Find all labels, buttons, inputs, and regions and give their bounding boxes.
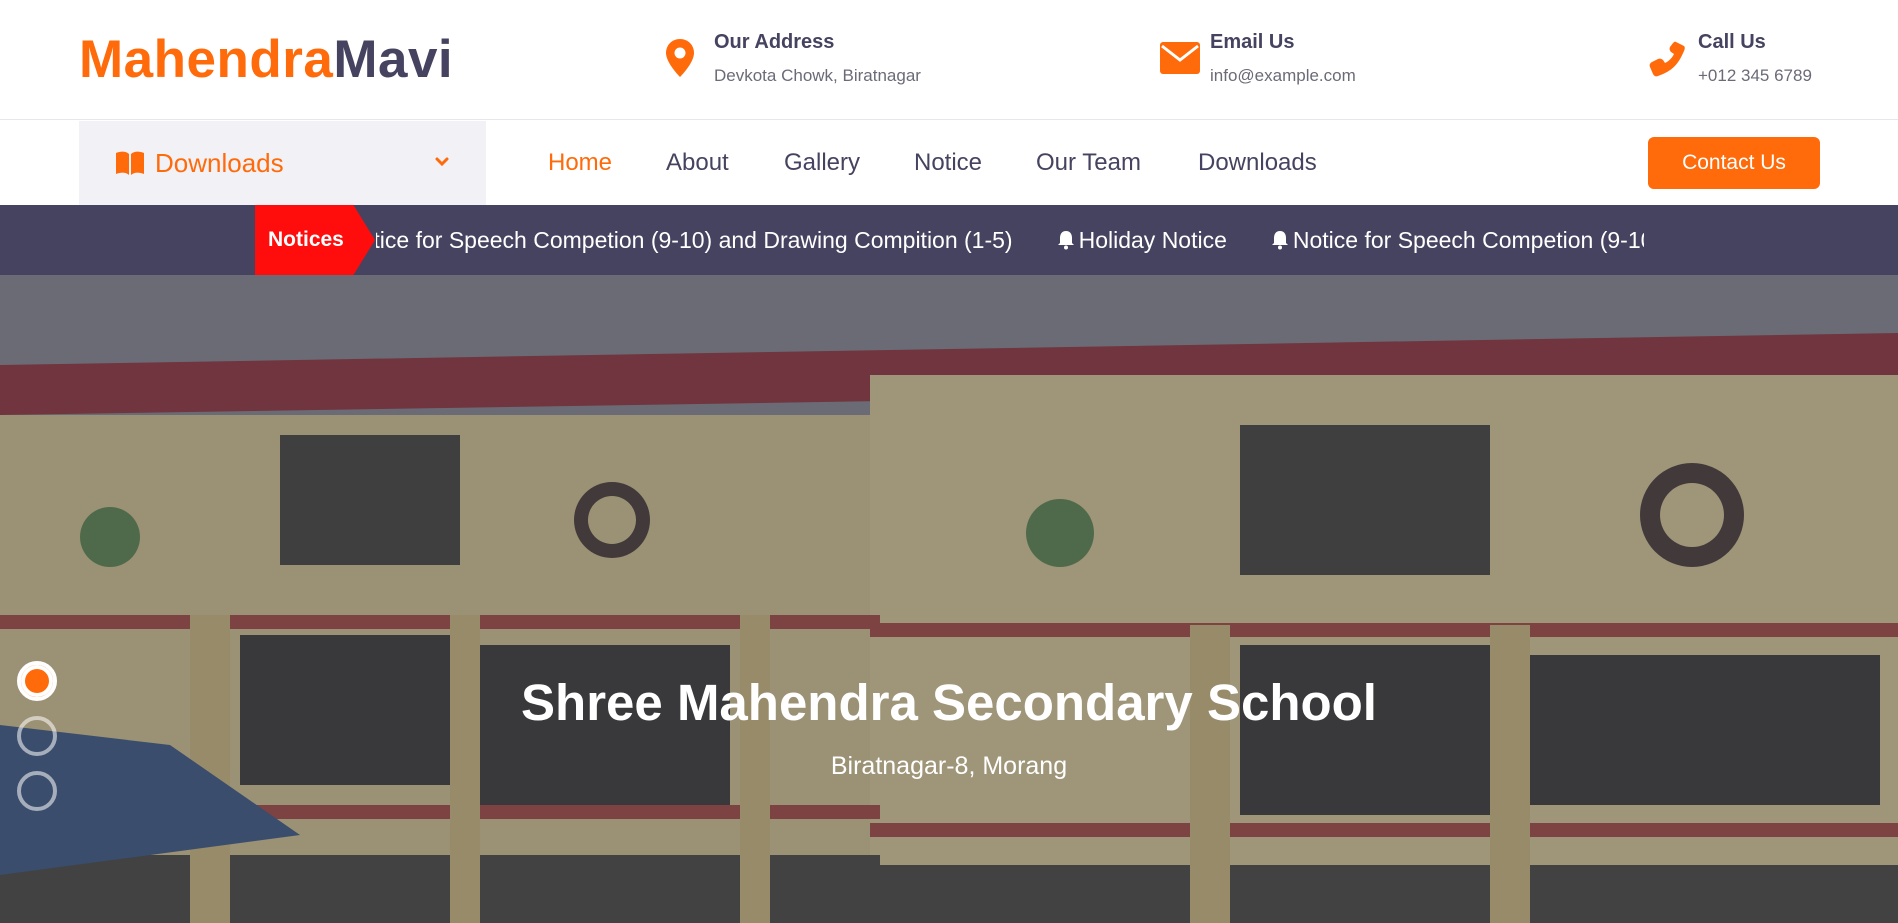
nav-about[interactable]: About [666,147,729,179]
notice-item[interactable]: Notice for Speech Competion (9-10) and D… [1271,205,1644,275]
notice-track: Notice for Speech Competion (9-10) and D… [376,205,1644,275]
email-value[interactable]: info@example.com [1210,64,1356,88]
notice-ticker: Notices Notice for Speech Competion (9-1… [0,205,1898,275]
logo-part-1: Mahendra [79,30,334,89]
nav-our-team[interactable]: Our Team [1036,147,1141,179]
phone-icon [1648,38,1688,78]
downloads-dropdown[interactable]: Downloads [79,121,486,205]
hero-title: Shree Mahendra Secondary School [521,674,1377,731]
call-title: Call Us [1698,31,1766,53]
hero-slider: Shree Mahendra Secondary School Biratnag… [0,275,1898,923]
notice-item-text: Notice for Speech Competion (9-10) and D… [1292,227,1644,253]
slider-dot-3[interactable] [17,771,57,811]
notice-item-text: Notice for Speech Competion (9-10) and D… [376,227,1013,253]
nav-home[interactable]: Home [548,147,612,179]
top-header: MahendraMavi Our Address Devkota Chowk, … [0,0,1898,120]
hero-overlay [0,275,1898,923]
map-pin-icon [664,38,704,78]
slider-dot-2[interactable] [17,716,57,756]
notice-marquee: Notice for Speech Competion (9-10) and D… [376,205,1644,275]
hero-subtitle: Biratnagar-8, Morang [830,752,1068,780]
nav-downloads[interactable]: Downloads [1198,147,1317,179]
notice-item[interactable]: Holiday Notice [1057,205,1227,275]
downloads-dropdown-label: Downloads [155,148,284,178]
notices-tag: Notices [255,205,375,275]
contact-us-button[interactable]: Contact Us [1648,137,1820,189]
slider-dot-1[interactable] [17,661,57,701]
book-icon [115,150,145,176]
notice-item-text: Holiday Notice [1078,227,1227,253]
email-title: Email Us [1210,31,1295,53]
call-value[interactable]: +012 345 6789 [1698,64,1812,88]
site-logo[interactable]: MahendraMavi [79,30,453,90]
address-title: Our Address [714,31,835,53]
main-navbar: Downloads Home About Gallery Notice Our … [0,121,1898,205]
nav-notice[interactable]: Notice [914,147,982,179]
bell-icon [1271,231,1288,250]
chevron-down-icon [434,154,450,170]
bell-icon [1057,231,1074,250]
address-value: Devkota Chowk, Biratnagar [714,66,921,85]
notice-item[interactable]: Notice for Speech Competion (9-10) and D… [376,205,1013,275]
logo-part-2: Mavi [333,30,454,89]
nav-gallery[interactable]: Gallery [784,147,860,179]
envelope-icon [1160,38,1200,78]
